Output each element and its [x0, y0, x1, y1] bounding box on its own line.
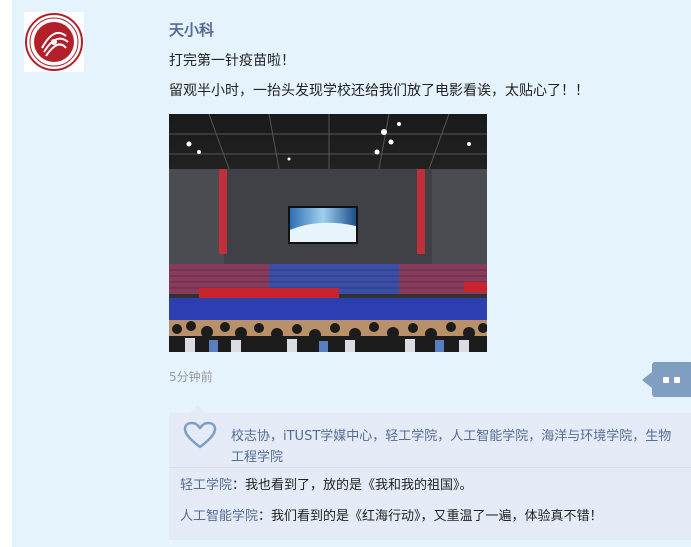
post-timestamp: 5分钟前 — [169, 370, 213, 384]
comment-author[interactable]: 人工智能学院 — [180, 509, 258, 524]
comment-author[interactable]: 轻工学院 — [180, 478, 232, 493]
university-seal-logo — [25, 13, 83, 71]
comment-text: 我们看到的是《红海行动》，又重温了一遍，体验真不错！ — [271, 509, 603, 524]
avatar[interactable] — [24, 12, 84, 72]
author-name[interactable]: 天小科 — [169, 19, 214, 40]
more-actions-button[interactable] — [642, 362, 691, 397]
comment-separator: ： — [258, 509, 272, 524]
dot-icon — [663, 376, 669, 383]
post-photo[interactable] — [169, 114, 487, 352]
gymnasium-photo — [169, 114, 487, 352]
comment-separator: ： — [232, 478, 246, 493]
comment-item[interactable]: 轻工学院：我也看到了，放的是《我和我的祖国》。 — [180, 474, 473, 493]
comment-text: 我也看到了，放的是《我和我的祖国》。 — [245, 478, 473, 493]
likes-list[interactable]: 校志协，iTUST学媒中心，轻工学院，人工智能学院，海洋与环境学院，生物工程学院 — [231, 426, 683, 468]
divider — [169, 467, 691, 468]
comments-panel: 校志协，iTUST学媒中心，轻工学院，人工智能学院，海洋与环境学院，生物工程学院… — [169, 405, 691, 540]
moments-post: 天小科 打完第一针疫苗啦！ 留观半小时，一抬头发现学校还给我们放了电影看诶，太贴… — [12, 0, 691, 547]
dot-icon — [674, 376, 680, 383]
post-text-line-1: 打完第一针疫苗啦！ — [169, 53, 295, 69]
comment-item[interactable]: 人工智能学院：我们看到的是《红海行动》，又重温了一遍，体验真不错！ — [180, 505, 603, 524]
post-text-line-2: 留观半小时，一抬头发现学校还给我们放了电影看诶，太贴心了！！ — [169, 83, 589, 99]
heart-outline-icon — [183, 421, 217, 449]
